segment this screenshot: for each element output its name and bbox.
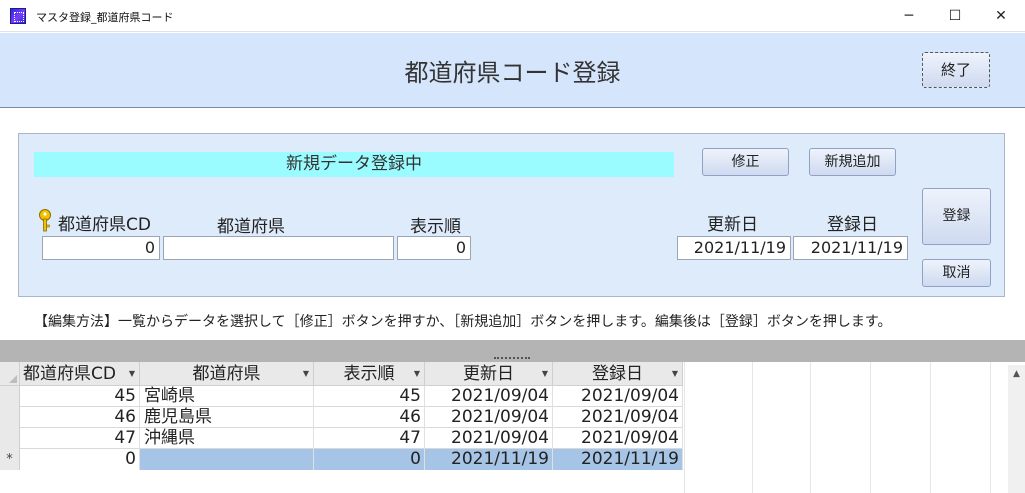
order-field[interactable]: 0 [397, 236, 471, 260]
table-row[interactable]: 47 沖縄県 47 2021/09/04 2021/09/04 [0, 428, 683, 449]
key-icon [39, 209, 51, 232]
column-header-updated[interactable]: 更新日 ▼ [425, 362, 553, 386]
splitter-grip-icon[interactable] [494, 357, 530, 360]
sort-dropdown-icon[interactable]: ▼ [303, 362, 309, 386]
cell-updated[interactable]: 2021/11/19 [425, 449, 553, 470]
code-label: 都道府県CD [58, 215, 151, 235]
cell-updated[interactable]: 2021/09/04 [425, 428, 553, 449]
scroll-up-icon[interactable]: ▲ [1008, 365, 1025, 383]
order-label: 表示順 [410, 217, 461, 237]
select-all-cell[interactable] [0, 362, 20, 386]
register-button[interactable]: 登録 [922, 188, 991, 245]
column-header-order[interactable]: 表示順 ▼ [314, 362, 425, 386]
minimize-icon[interactable]: ─ [886, 0, 932, 32]
sort-dropdown-icon[interactable]: ▼ [414, 362, 420, 386]
cell-order[interactable]: 47 [314, 428, 425, 449]
cell-code[interactable]: 45 [20, 386, 140, 407]
vertical-scrollbar[interactable] [1008, 383, 1025, 493]
column-header-code[interactable]: 都道府県CD ▼ [20, 362, 140, 386]
new-record-row[interactable]: * 0 0 2021/11/19 2021/11/19 [0, 449, 683, 470]
updated-date-field: 2021/11/19 [677, 236, 791, 260]
app-icon [10, 8, 26, 24]
status-banner: 新規データ登録中 [34, 152, 674, 177]
column-header-label: 都道府県 [192, 364, 261, 384]
cell-order[interactable]: 0 [314, 449, 425, 470]
form-header: 都道府県コード登録 [0, 33, 1025, 108]
registered-date-field: 2021/11/19 [793, 236, 908, 260]
cell-prefecture[interactable]: 鹿児島県 [140, 407, 314, 428]
updated-date-label: 更新日 [707, 215, 758, 235]
row-selector[interactable] [0, 386, 20, 407]
code-field[interactable]: 0 [42, 236, 160, 260]
cell-registered[interactable]: 2021/09/04 [553, 386, 683, 407]
table-row[interactable]: 46 鹿児島県 46 2021/09/04 2021/09/04 [0, 407, 683, 428]
table-row[interactable]: 45 宮崎県 45 2021/09/04 2021/09/04 [0, 386, 683, 407]
column-header-label: 更新日 [463, 364, 514, 384]
sort-dropdown-icon[interactable]: ▼ [542, 362, 548, 386]
cancel-button[interactable]: 取消 [922, 259, 991, 287]
cell-prefecture[interactable]: 沖縄県 [140, 428, 314, 449]
grid-line [990, 362, 991, 493]
grid-line [810, 362, 811, 493]
column-header-prefecture[interactable]: 都道府県 ▼ [140, 362, 314, 386]
sort-dropdown-icon[interactable]: ▼ [129, 362, 135, 386]
cell-code[interactable]: 47 [20, 428, 140, 449]
cell-updated[interactable]: 2021/09/04 [425, 407, 553, 428]
edit-button[interactable]: 修正 [702, 148, 789, 176]
cell-registered[interactable]: 2021/09/04 [553, 428, 683, 449]
column-header-registered[interactable]: 登録日 ▼ [553, 362, 683, 386]
row-selector[interactable] [0, 407, 20, 428]
window-titlebar: マスタ登録_都道府県コード ─ ☐ ✕ [0, 0, 1025, 32]
page-title: 都道府県コード登録 [404, 59, 621, 87]
registered-date-label: 登録日 [827, 215, 878, 235]
cell-order[interactable]: 45 [314, 386, 425, 407]
exit-button[interactable]: 終了 [922, 52, 990, 88]
help-text: 【編集方法】一覧からデータを選択して［修正］ボタンを押すか、［新規追加］ボタンを… [34, 314, 892, 330]
cell-order[interactable]: 46 [314, 407, 425, 428]
cell-updated[interactable]: 2021/09/04 [425, 386, 553, 407]
grid-line [870, 362, 871, 493]
row-selector[interactable] [0, 428, 20, 449]
sort-dropdown-icon[interactable]: ▼ [672, 362, 678, 386]
new-record-marker[interactable]: * [0, 449, 20, 470]
column-header-label: 表示順 [343, 364, 395, 384]
prefecture-field[interactable] [163, 236, 394, 260]
cell-prefecture[interactable] [140, 449, 314, 470]
column-header-label: 都道府県CD [23, 364, 116, 384]
column-header-label: 登録日 [592, 364, 643, 384]
cell-code[interactable]: 46 [20, 407, 140, 428]
close-icon[interactable]: ✕ [978, 0, 1024, 32]
window-title: マスタ登録_都道府県コード [36, 11, 174, 24]
grid-line [752, 362, 753, 493]
cell-registered[interactable]: 2021/11/19 [553, 449, 683, 470]
grid-line [684, 362, 685, 493]
maximize-icon[interactable]: ☐ [932, 0, 978, 32]
cell-registered[interactable]: 2021/09/04 [553, 407, 683, 428]
add-new-button[interactable]: 新規追加 [809, 148, 896, 176]
grid-line [930, 362, 931, 493]
prefecture-label: 都道府県 [217, 217, 285, 237]
cell-code[interactable]: 0 [20, 449, 140, 470]
cell-prefecture[interactable]: 宮崎県 [140, 386, 314, 407]
